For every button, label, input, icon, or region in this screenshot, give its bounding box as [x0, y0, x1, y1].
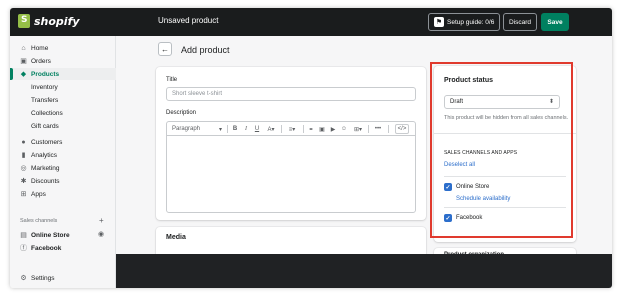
sidebar-item-gift-cards[interactable]: Gift cards [10, 120, 116, 132]
sidebar-item-label: Transfers [31, 96, 59, 104]
sidebar: ⌂ Home ▣ Orders ◆ Products Inventory Tra… [10, 36, 116, 288]
facebook-icon: ⓕ [20, 245, 27, 252]
eye-icon[interactable]: ◉ [98, 230, 104, 238]
marketing-icon: ◎ [20, 165, 27, 172]
gear-icon: ⚙ [20, 275, 27, 282]
sidebar-item-apps[interactable]: ⊞ Apps [10, 188, 116, 200]
toolbar-divider [303, 125, 304, 133]
sidebar-item-label: Home [31, 44, 49, 52]
shopify-bag-icon [18, 14, 30, 28]
more-icon[interactable]: ••• [373, 124, 383, 134]
sidebar-item-label: Products [31, 70, 60, 78]
sidebar-item-home[interactable]: ⌂ Home [10, 42, 116, 54]
sidebar-item-label: Customers [31, 138, 63, 146]
sidebar-item-analytics[interactable]: ▮ Analytics [10, 149, 116, 161]
emoji-icon[interactable]: ☺ [340, 124, 348, 134]
sidebar-item-label: Settings [31, 274, 55, 282]
sidebar-item-label: Discounts [31, 177, 60, 185]
toolbar-divider [281, 125, 282, 133]
sidebar-item-label: Facebook [31, 244, 62, 252]
product-details-card: Title Short sleeve t-shirt Description P… [156, 67, 426, 220]
sidebar-item-facebook[interactable]: ⓕ Facebook [10, 242, 116, 254]
discounts-icon: ✱ [20, 178, 27, 185]
sidebar-item-label: Marketing [31, 164, 60, 172]
paragraph-select[interactable]: Paragraph ▾ [172, 124, 224, 134]
brand-name: shopify [34, 14, 80, 28]
sidebar-item-discounts[interactable]: ✱ Discounts [10, 175, 116, 187]
setup-guide-button[interactable]: ⚑ Setup guide: 0/6 [428, 13, 501, 31]
flag-icon: ⚑ [434, 17, 444, 27]
sidebar-item-orders[interactable]: ▣ Orders [10, 55, 116, 67]
editor-toolbar: Paragraph ▾ B I U A▾ ≡▾ ⚭ ▣ ▶ ☺ ⊞▾ ••• < [167, 122, 415, 136]
align-icon[interactable]: ≡▾ [285, 124, 299, 134]
code-view-icon[interactable]: </> [395, 124, 409, 134]
sidebar-item-label: Gift cards [31, 122, 59, 130]
highlight-box [430, 62, 573, 238]
toolbar-divider [368, 125, 369, 133]
products-icon: ◆ [20, 71, 27, 78]
customers-icon: ● [21, 138, 26, 146]
caret-down-icon: ▾ [218, 126, 222, 133]
sidebar-item-label: Orders [31, 57, 51, 65]
table-icon[interactable]: ⊞▾ [351, 124, 365, 134]
sidebar-item-inventory[interactable]: Inventory [10, 81, 116, 93]
top-bar: shopify Unsaved product ⚑ Setup guide: 0… [10, 8, 612, 36]
sidebar-item-collections[interactable]: Collections [10, 107, 116, 119]
sidebar-item-customers[interactable]: ● Customers [10, 136, 116, 148]
unsaved-status: Unsaved product [158, 16, 219, 25]
link-icon[interactable]: ⚭ [307, 124, 315, 134]
orders-icon: ▣ [20, 58, 27, 65]
discard-button[interactable]: Discard [503, 13, 537, 31]
arrow-left-icon: ← [161, 44, 169, 54]
media-title: Media [166, 234, 186, 241]
video-icon[interactable]: ▶ [329, 124, 337, 134]
underline-icon[interactable]: U [253, 124, 261, 134]
sidebar-item-label: Analytics [31, 151, 58, 159]
toolbar-divider [227, 125, 228, 133]
setup-guide-label: Setup guide: 0/6 [447, 18, 495, 26]
italic-icon[interactable]: I [242, 124, 250, 134]
paragraph-select-label: Paragraph [172, 126, 201, 132]
sales-channels-heading: Sales channels [20, 218, 58, 224]
image-icon[interactable]: ▣ [318, 124, 326, 134]
bottom-overlay-bar [116, 254, 612, 288]
text-color-icon[interactable]: A▾ [264, 124, 278, 134]
sidebar-item-marketing[interactable]: ◎ Marketing [10, 162, 116, 174]
sidebar-item-products[interactable]: ◆ Products [10, 68, 116, 80]
add-channel-icon[interactable]: + [99, 216, 104, 225]
apps-icon: ⊞ [20, 191, 27, 198]
sidebar-item-label: Online Store [31, 231, 70, 239]
toolbar-divider [388, 125, 389, 133]
sidebar-item-label: Inventory [31, 83, 58, 91]
analytics-icon: ▮ [21, 152, 26, 159]
shopify-logo[interactable]: shopify [18, 14, 80, 28]
sidebar-item-label: Apps [31, 190, 46, 198]
title-field-label: Title [166, 77, 178, 83]
title-input[interactable]: Short sleeve t-shirt [166, 87, 416, 101]
sidebar-item-label: Collections [31, 109, 63, 117]
sidebar-item-transfers[interactable]: Transfers [10, 94, 116, 106]
save-button[interactable]: Save [541, 13, 569, 31]
back-button[interactable]: ← [158, 42, 172, 56]
page-title: Add product [181, 45, 230, 55]
description-editor[interactable]: Paragraph ▾ B I U A▾ ≡▾ ⚭ ▣ ▶ ☺ ⊞▾ ••• < [166, 121, 416, 213]
description-field-label: Description [166, 110, 197, 116]
home-icon: ⌂ [21, 44, 26, 52]
store-icon: ▤ [20, 232, 27, 239]
sidebar-item-settings[interactable]: ⚙ Settings [10, 272, 116, 284]
bold-icon[interactable]: B [231, 124, 239, 134]
